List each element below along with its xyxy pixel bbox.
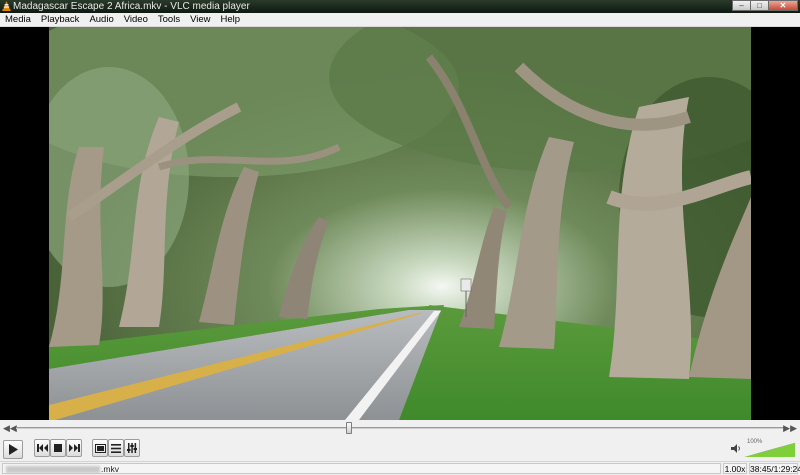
status-filename: .mkv <box>2 463 721 474</box>
menu-tools[interactable]: Tools <box>153 13 185 26</box>
seek-handle[interactable] <box>345 422 352 434</box>
video-frame[interactable] <box>49 27 751 420</box>
menu-bar: Media Playback Audio Video Tools View He… <box>0 13 800 27</box>
controls-bar: 100% <box>0 436 800 461</box>
play-icon <box>9 444 18 455</box>
title-bar: Madagascar Escape 2 Africa.mkv - VLC med… <box>0 0 800 13</box>
seek-forward-icon[interactable]: ▶▶ <box>783 423 797 433</box>
seek-slider[interactable] <box>16 427 784 429</box>
volume-slider[interactable] <box>745 441 795 457</box>
status-bar: .mkv 1.00x 38:45/1:29:24 <box>0 461 800 475</box>
menu-view[interactable]: View <box>185 13 215 26</box>
stop-icon <box>54 444 62 452</box>
playlist-button[interactable] <box>108 439 124 457</box>
maximize-button[interactable]: □ <box>750 0 769 11</box>
next-icon <box>68 444 80 452</box>
playback-speed[interactable]: 1.00x <box>723 463 747 474</box>
fullscreen-icon <box>94 443 106 453</box>
close-button[interactable]: ✕ <box>768 0 798 11</box>
previous-icon <box>36 444 48 452</box>
next-button[interactable] <box>66 439 82 457</box>
menu-media[interactable]: Media <box>0 13 36 26</box>
menu-help[interactable]: Help <box>216 13 246 26</box>
seek-row: ◀◀ ▶▶ <box>0 420 800 436</box>
minimize-button[interactable]: – <box>732 0 751 11</box>
seek-back-icon[interactable]: ◀◀ <box>3 423 17 433</box>
status-filename-text: .mkv <box>101 464 119 474</box>
extended-settings-button[interactable] <box>124 439 140 457</box>
menu-playback[interactable]: Playback <box>36 13 85 26</box>
equalizer-icon <box>127 443 137 453</box>
speaker-icon[interactable] <box>731 444 742 453</box>
previous-button[interactable] <box>34 439 50 457</box>
menu-video[interactable]: Video <box>119 13 153 26</box>
menu-audio[interactable]: Audio <box>84 13 118 26</box>
video-area[interactable] <box>0 27 800 420</box>
time-display[interactable]: 38:45/1:29:24 <box>749 463 800 474</box>
play-button[interactable] <box>3 440 23 459</box>
stop-button[interactable] <box>50 439 66 457</box>
vlc-cone-icon <box>2 1 11 11</box>
redacted-filename <box>6 466 100 474</box>
fullscreen-button[interactable] <box>92 439 108 457</box>
playlist-icon <box>111 443 121 453</box>
window-title: Madagascar Escape 2 Africa.mkv - VLC med… <box>13 1 250 12</box>
